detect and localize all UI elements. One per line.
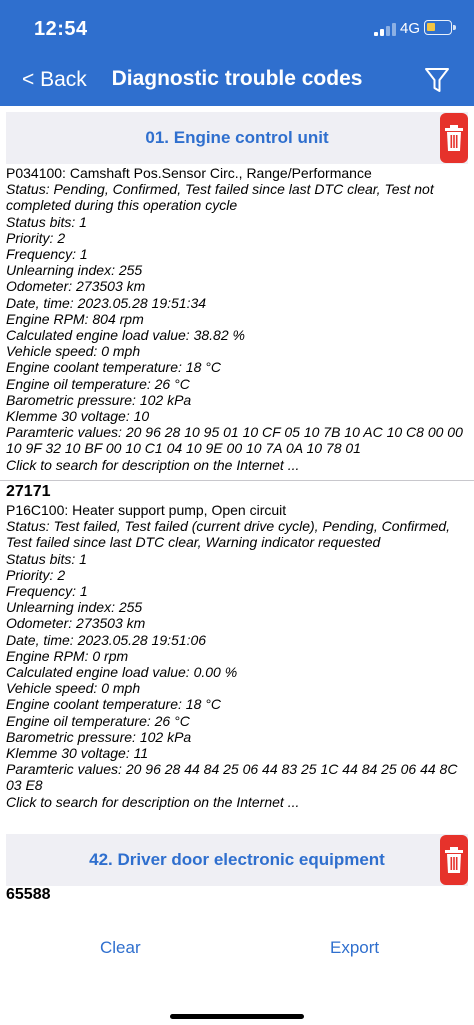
clear-button[interactable]: Clear (100, 938, 141, 958)
dtc-detail: Barometric pressure: 102 kPa (6, 728, 192, 745)
dtc-detail: Frequency: 1 (6, 246, 88, 263)
section-title: 42. Driver door electronic equipment (89, 850, 385, 869)
dtc-detail: Engine oil temperature: 26 °C (6, 375, 190, 392)
dtc-detail: Priority: 2 (6, 229, 66, 246)
dtc-detail: Engine RPM: 0 rpm (6, 647, 129, 664)
nav-header: 12:54 4G < Back Diagnostic trouble codes (0, 0, 474, 106)
dtc-detail: Engine RPM: 804 rpm (6, 310, 144, 327)
dtc-list[interactable]: 01. Engine control unit P034100: Camshaf… (0, 106, 474, 906)
dtc-code-line: P034100: Camshaft Pos.Sensor Circ., Rang… (6, 165, 372, 181)
network-type: 4G (400, 20, 421, 37)
dtc-detail: Engine oil temperature: 26 °C (6, 712, 190, 729)
dtc-detail: Date, time: 2023.05.28 19:51:34 (6, 294, 207, 311)
delete-section-button[interactable] (440, 835, 468, 885)
dtc-detail: Unlearning index: 255 (6, 599, 143, 616)
dtc-detail: Barometric pressure: 102 kPa (6, 391, 192, 408)
dtc-status: Status: Pending, Confirmed, Test failed … (6, 181, 434, 214)
filter-icon (425, 68, 449, 92)
divider (0, 480, 474, 481)
dtc-detail: Vehicle speed: 0 mph (6, 343, 141, 360)
back-button[interactable]: < Back (22, 68, 87, 92)
dtc-detail: Priority: 2 (6, 566, 66, 583)
dtc-detail: Date, time: 2023.05.28 19:51:06 (6, 631, 207, 648)
trash-icon (445, 125, 463, 151)
export-button[interactable]: Export (330, 938, 379, 958)
section-title: 01. Engine control unit (145, 128, 329, 147)
dtc-detail: Engine coolant temperature: 18 °C (6, 359, 221, 376)
page-title-text: Diagnostic trouble codes (111, 67, 363, 90)
dtc-group-code: 27171 (6, 483, 51, 500)
cellular-signal-icon (374, 22, 396, 36)
dtc-detail: Odometer: 273503 km (6, 278, 146, 295)
filter-button[interactable] (424, 66, 450, 94)
dtc-status: Status: Test failed, Test failed (curren… (6, 518, 451, 551)
search-internet-link[interactable]: Click to search for description on the I… (6, 794, 470, 810)
dtc-group-code: 65588 (6, 886, 51, 903)
dtc-detail: Calculated engine load value: 0.00 % (6, 664, 238, 681)
battery-icon (424, 20, 456, 35)
status-time: 12:54 (34, 18, 88, 40)
dtc-detail: Calculated engine load value: 38.82 % (6, 327, 245, 344)
section-header-driver-door[interactable]: 42. Driver door electronic equipment (6, 834, 468, 886)
dtc-detail: Odometer: 273503 km (6, 615, 146, 632)
trash-icon (445, 847, 463, 873)
dtc-parametric-values: Paramteric values: 20 96 28 44 84 25 06 … (6, 761, 458, 794)
delete-section-button[interactable] (440, 113, 468, 163)
section-header-engine[interactable]: 01. Engine control unit (6, 112, 468, 164)
dtc-code-line: P16C100: Heater support pump, Open circu… (6, 502, 287, 518)
dtc-entry[interactable]: P034100: Camshaft Pos.Sensor Circ., Rang… (6, 165, 470, 473)
dtc-detail: Engine coolant temperature: 18 °C (6, 696, 221, 713)
dtc-detail: Frequency: 1 (6, 583, 88, 600)
bottom-toolbar: Clear Export (0, 906, 474, 1025)
dtc-detail: Klemme 30 voltage: 11 (6, 745, 149, 762)
home-indicator (170, 1014, 304, 1019)
dtc-detail: Unlearning index: 255 (6, 262, 143, 279)
search-internet-link[interactable]: Click to search for description on the I… (6, 457, 470, 473)
dtc-detail: Vehicle speed: 0 mph (6, 680, 141, 697)
dtc-detail: Status bits: 1 (6, 213, 87, 230)
dtc-entry[interactable]: P16C100: Heater support pump, Open circu… (6, 502, 470, 810)
dtc-detail: Status bits: 1 (6, 550, 87, 567)
dtc-detail: Klemme 30 voltage: 10 (6, 408, 150, 425)
dtc-parametric-values: Paramteric values: 20 96 28 10 95 01 10 … (6, 424, 463, 457)
